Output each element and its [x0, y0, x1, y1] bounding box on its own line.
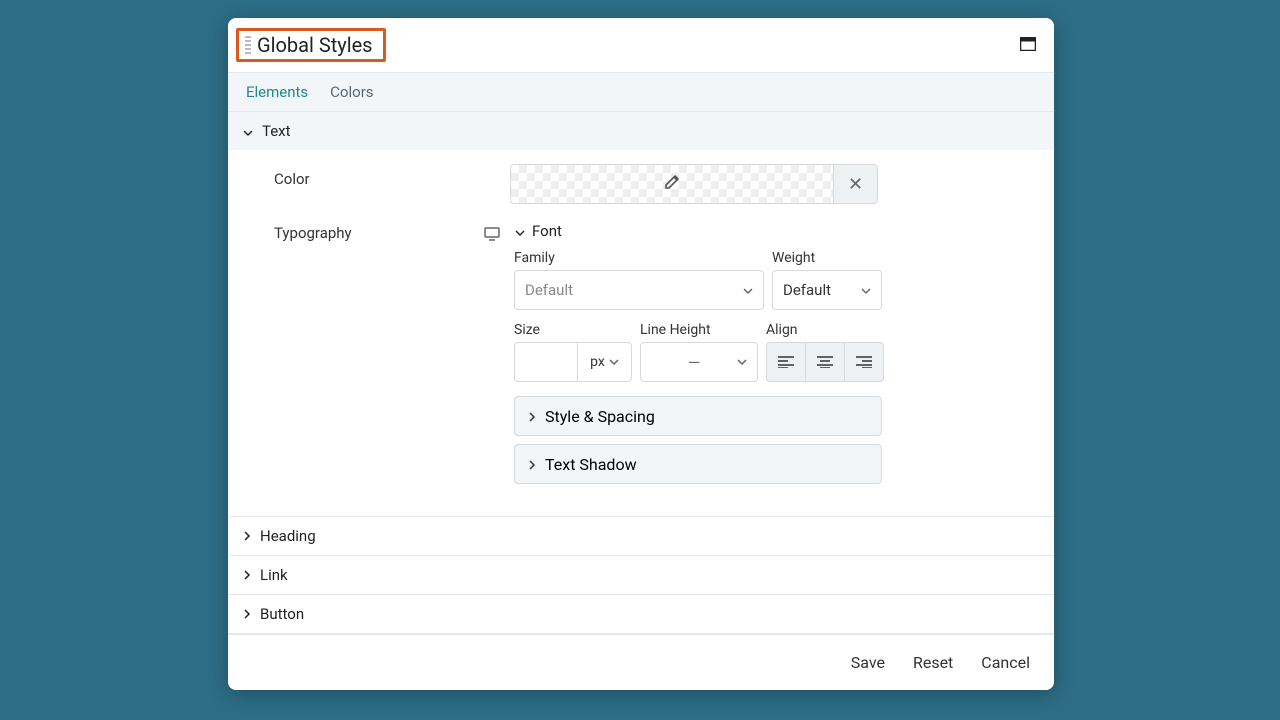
font-accordion-header[interactable]: Font: [514, 222, 1054, 240]
color-picker-button[interactable]: [511, 165, 833, 203]
chevron-right-icon: [242, 527, 252, 545]
size-input[interactable]: [514, 342, 578, 382]
dock-window-icon[interactable]: [1020, 36, 1036, 55]
text-shadow-accordion[interactable]: Text Shadow: [514, 444, 882, 484]
chevron-right-icon: [527, 407, 537, 426]
color-swatch: ✕: [510, 164, 878, 204]
row-color: Color ✕: [228, 150, 1054, 218]
lineheight-label: Line Height: [640, 322, 758, 338]
section-heading-header[interactable]: Heading: [228, 517, 1054, 555]
reset-button[interactable]: Reset: [913, 653, 953, 672]
section-link: Link: [228, 556, 1054, 595]
align-right-button[interactable]: [845, 343, 883, 381]
color-label: Color: [274, 164, 484, 188]
dialog-header: Global Styles: [228, 18, 1054, 73]
section-text-header[interactable]: Text: [228, 112, 1054, 150]
size-label: Size: [514, 322, 632, 338]
weight-label: Weight: [772, 250, 882, 266]
tab-bar: Elements Colors: [228, 73, 1054, 112]
chevron-down-icon: [737, 357, 747, 367]
align-right-icon: [856, 356, 872, 368]
weight-select[interactable]: Default: [772, 270, 882, 310]
device-desktop-icon[interactable]: [484, 226, 500, 502]
chevron-down-icon: [861, 281, 871, 300]
save-button[interactable]: Save: [851, 653, 885, 672]
style-spacing-accordion[interactable]: Style & Spacing: [514, 396, 882, 436]
dialog-footer: Save Reset Cancel: [228, 634, 1054, 690]
cancel-button[interactable]: Cancel: [981, 653, 1030, 672]
chevron-right-icon: [242, 566, 252, 584]
size-unit-value: px: [590, 354, 605, 370]
tab-colors[interactable]: Colors: [330, 83, 373, 101]
chevron-down-icon: [743, 281, 753, 300]
align-left-icon: [778, 356, 794, 368]
lineheight-value: —: [651, 353, 737, 372]
drag-handle-icon[interactable]: [245, 36, 251, 54]
weight-value: Default: [783, 281, 831, 299]
section-text: Text Color ✕ Typography: [228, 112, 1054, 517]
section-link-header[interactable]: Link: [228, 556, 1054, 594]
align-center-button[interactable]: [806, 343, 845, 381]
dialog-title: Global Styles: [257, 33, 373, 57]
global-styles-dialog: Global Styles Elements Colors Text Color: [228, 18, 1054, 690]
section-button-header[interactable]: Button: [228, 595, 1054, 633]
chevron-right-icon: [242, 605, 252, 623]
lineheight-select[interactable]: —: [640, 342, 758, 382]
family-label: Family: [514, 250, 764, 266]
family-value: Default: [525, 281, 573, 299]
align-left-button[interactable]: [767, 343, 806, 381]
align-center-icon: [817, 356, 833, 368]
dialog-title-highlight: Global Styles: [236, 28, 386, 62]
align-label: Align: [766, 322, 884, 338]
family-select[interactable]: Default: [514, 270, 764, 310]
section-text-label: Text: [262, 122, 291, 140]
style-spacing-label: Style & Spacing: [545, 407, 655, 426]
chevron-down-icon: [242, 125, 254, 137]
chevron-right-icon: [527, 455, 537, 474]
section-button: Button: [228, 595, 1054, 634]
section-button-label: Button: [260, 605, 304, 623]
tab-elements[interactable]: Elements: [246, 83, 308, 101]
section-link-label: Link: [260, 566, 288, 584]
size-unit-select[interactable]: px: [578, 342, 632, 382]
align-group: [766, 342, 884, 382]
text-shadow-label: Text Shadow: [545, 455, 637, 474]
chevron-down-icon: [514, 225, 526, 237]
typography-label: Typography: [274, 222, 484, 242]
font-header-label: Font: [532, 222, 562, 240]
eyedropper-icon: [663, 173, 681, 195]
clear-color-button[interactable]: ✕: [833, 165, 877, 203]
row-typography: Typography Font Family: [228, 218, 1054, 516]
section-heading-label: Heading: [260, 527, 316, 545]
chevron-down-icon: [609, 357, 619, 367]
close-icon: ✕: [848, 174, 863, 195]
section-heading: Heading: [228, 517, 1054, 556]
